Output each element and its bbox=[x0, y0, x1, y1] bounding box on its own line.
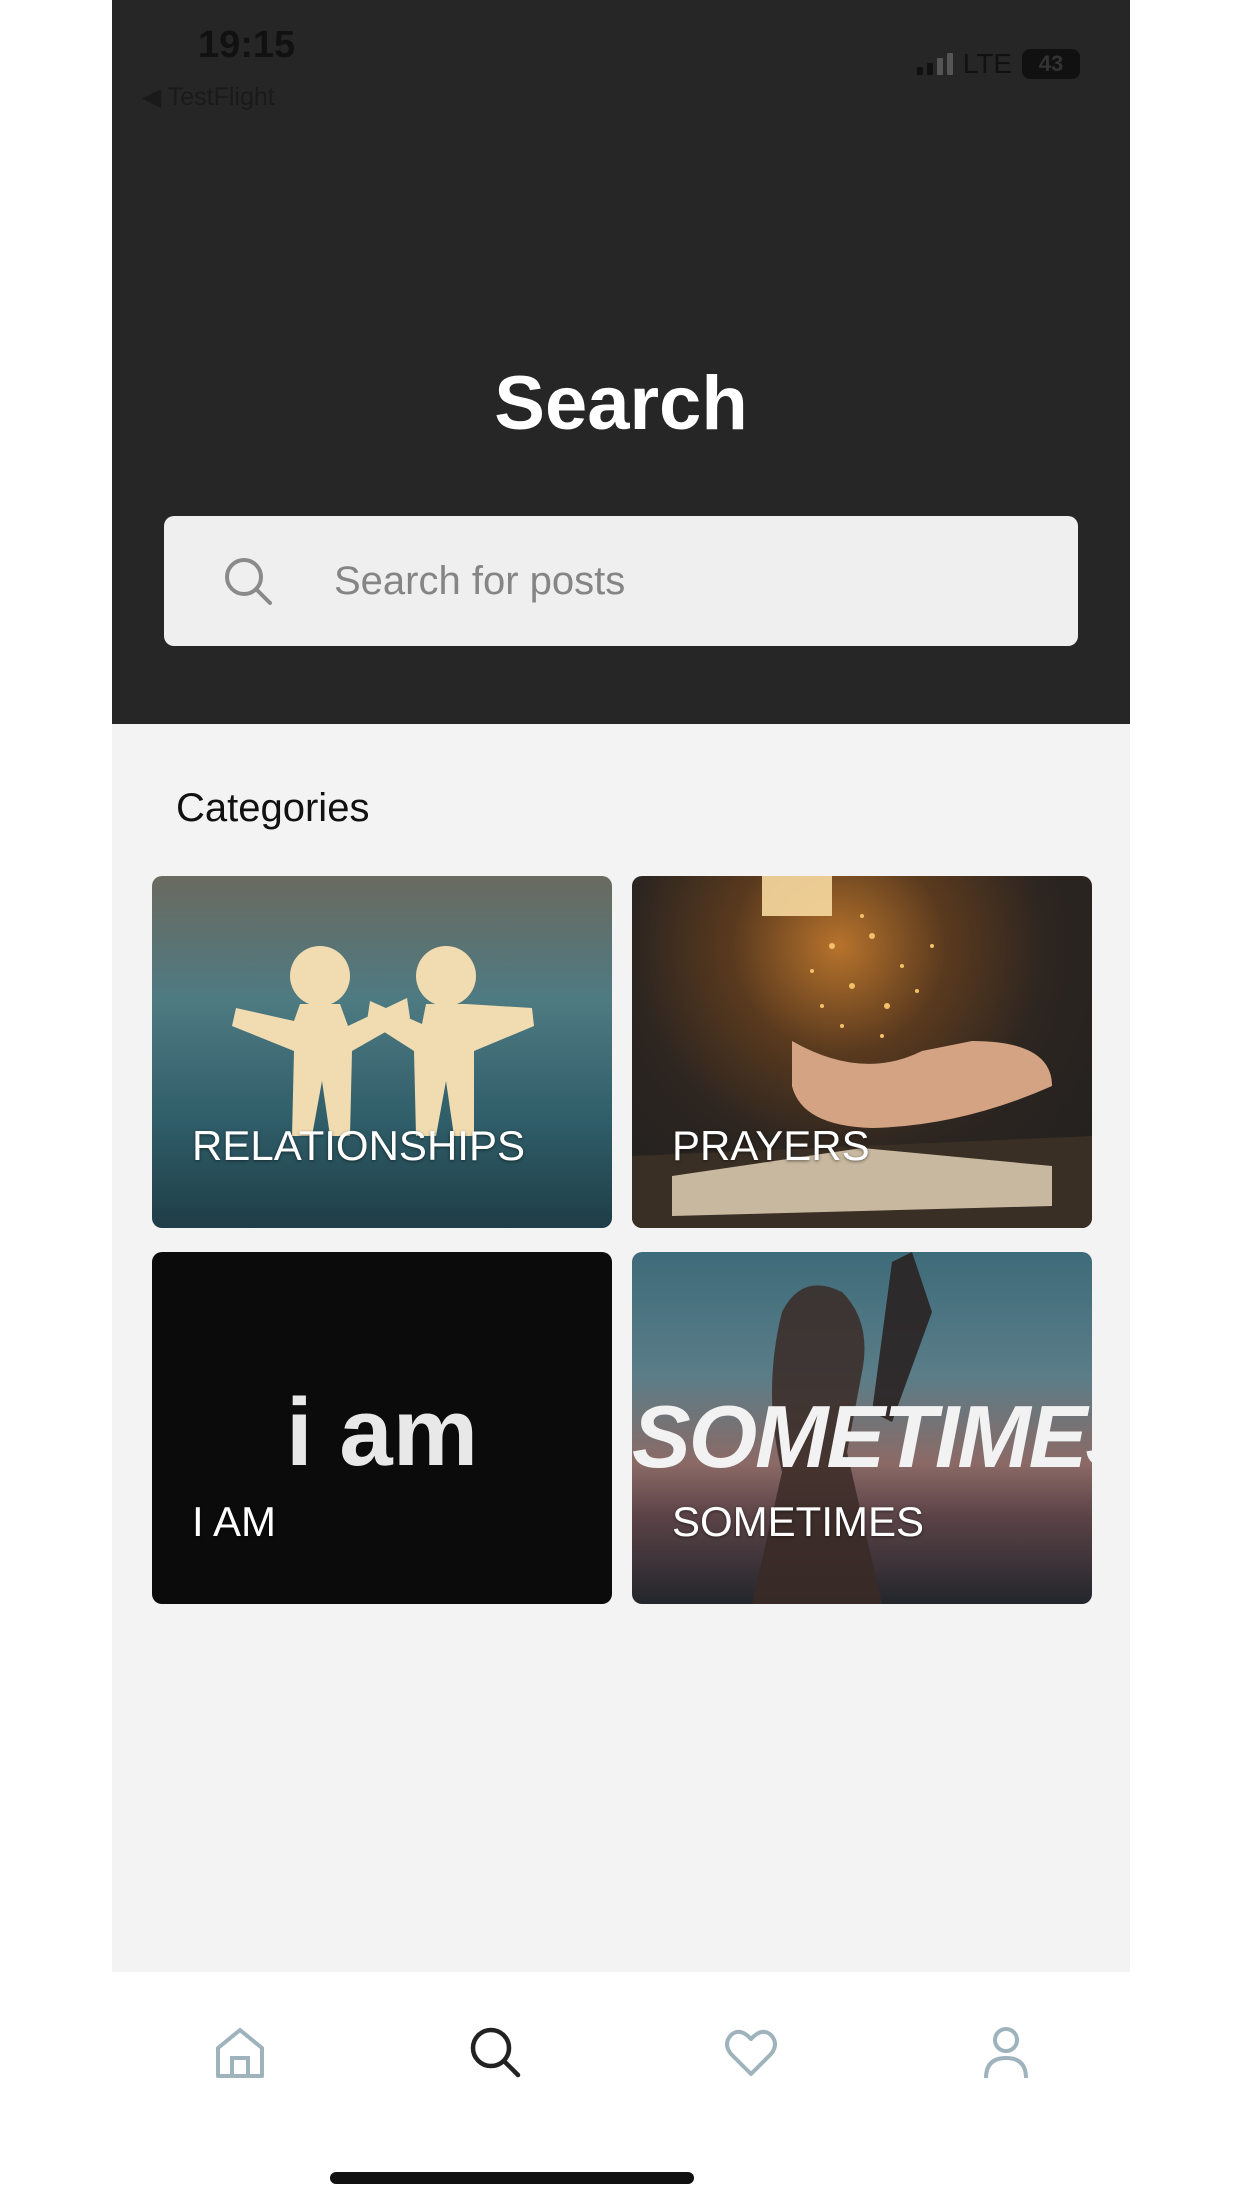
categories-title: Categories bbox=[176, 786, 370, 830]
page-title: Search bbox=[494, 361, 748, 446]
home-indicator[interactable] bbox=[330, 2172, 694, 2184]
signal-icon bbox=[916, 53, 953, 75]
network-type: LTE bbox=[962, 48, 1012, 79]
back-to-app-link[interactable]: ◀ TestFlight bbox=[142, 82, 275, 112]
paper-figures-image bbox=[232, 946, 534, 1136]
search-icon bbox=[225, 558, 272, 605]
category-label: I AM bbox=[192, 1498, 277, 1545]
category-label: PRAYERS bbox=[672, 1122, 870, 1169]
heart-icon[interactable] bbox=[721, 2022, 781, 2082]
category-label: RELATIONSHIPS bbox=[192, 1122, 525, 1169]
praying-hands-image bbox=[632, 876, 1092, 1228]
profile-icon[interactable] bbox=[976, 2022, 1036, 2082]
status-indicators: LTE 43 bbox=[916, 48, 1080, 80]
card-image-text: i am bbox=[285, 1379, 479, 1486]
header: 19:15 ◀ TestFlight LTE 43 Search bbox=[112, 0, 1130, 724]
status-time: 19:15 bbox=[198, 24, 296, 66]
card-image-text: SOMETIMES bbox=[632, 1387, 1092, 1486]
content-area: Categories RELATIONSHIPS PRAYERS i am I … bbox=[112, 724, 1130, 1972]
category-label: SOMETIMES bbox=[672, 1498, 925, 1545]
category-card-sometimes[interactable]: SOMETIMES SOMETIMES bbox=[632, 1252, 1092, 1604]
category-card-prayers[interactable]: PRAYERS bbox=[632, 876, 1092, 1228]
home-icon[interactable] bbox=[210, 2022, 270, 2082]
category-card-relationships[interactable]: RELATIONSHIPS bbox=[152, 876, 612, 1228]
phone-screen: 19:15 ◀ TestFlight LTE 43 Search Categor… bbox=[112, 0, 1130, 2208]
battery-icon: 43 bbox=[1022, 49, 1080, 79]
search-input[interactable] bbox=[332, 557, 1036, 605]
category-card-i-am[interactable]: i am I AM bbox=[152, 1252, 612, 1604]
search-icon[interactable] bbox=[465, 2022, 525, 2082]
search-bar[interactable] bbox=[164, 516, 1078, 646]
